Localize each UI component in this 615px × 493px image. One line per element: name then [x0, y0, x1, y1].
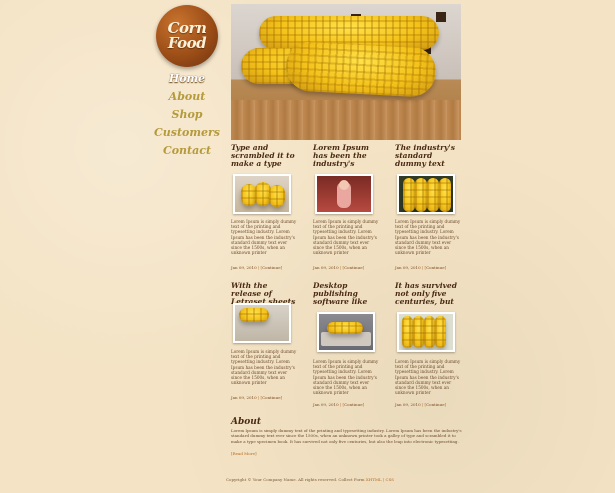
- post-date: Jan 09, 2010: [395, 265, 421, 270]
- post-title[interactable]: Lorem Ipsum has been the industry's: [313, 144, 381, 170]
- post-card: Type and scrambled it to make a type: [231, 144, 299, 170]
- continue-link[interactable]: Continue: [262, 265, 280, 270]
- cutting-board: [231, 100, 461, 140]
- post-meta: Jan 09, 2010 | [Continue]: [231, 395, 283, 400]
- post-card: Desktop publishing software like: [313, 282, 381, 308]
- post-thumbnail[interactable]: [233, 174, 291, 214]
- post-card: Lorem Ipsum has been the industry's: [313, 144, 381, 170]
- post-title[interactable]: The industry's standard dummy text: [395, 144, 463, 170]
- post-thumbnail[interactable]: [397, 312, 455, 352]
- nav-home[interactable]: Home: [150, 70, 224, 88]
- footer: Copyright © Your Company Name. All right…: [140, 477, 480, 482]
- main-nav: Home About Shop Customers Contact: [150, 70, 224, 160]
- post-meta: Jan 09, 2010 | [Continue]: [395, 402, 447, 407]
- continue-link[interactable]: Continue: [344, 402, 362, 407]
- post-date: Jan 09, 2010: [231, 265, 257, 270]
- about-text: Lorem Ipsum is simply dummy text of the …: [231, 428, 462, 444]
- post-meta: Jan 09, 2010 | [Continue]: [313, 402, 365, 407]
- post-thumbnail[interactable]: [233, 303, 291, 343]
- continue-link[interactable]: Continue: [426, 402, 444, 407]
- post-meta: Jan 09, 2010 | [Continue]: [313, 265, 365, 270]
- post-text: Lorem Ipsum is simply dummy text of the …: [395, 359, 461, 396]
- post-card: It has survived not only five centuries,…: [395, 282, 463, 308]
- logo[interactable]: Corn Food: [156, 5, 218, 67]
- post-title[interactable]: It has survived not only five centuries,…: [395, 282, 463, 308]
- post-card: The industry's standard dummy text: [395, 144, 463, 170]
- post-title[interactable]: Type and scrambled it to make a type: [231, 144, 299, 170]
- post-meta: Jan 09, 2010 | [Continue]: [231, 265, 283, 270]
- footer-text: Copyright © Your Company Name. All right…: [225, 477, 365, 482]
- post-date: Jan 09, 2010: [395, 402, 421, 407]
- post-title[interactable]: Desktop publishing software like: [313, 282, 381, 308]
- post-text: Lorem Ipsum is simply dummy text of the …: [231, 349, 297, 386]
- nav-contact[interactable]: Contact: [150, 142, 224, 160]
- hero-image: [231, 4, 461, 140]
- nav-shop[interactable]: Shop: [150, 106, 224, 124]
- post-date: Jan 09, 2010: [313, 265, 339, 270]
- about-heading: About: [231, 417, 261, 427]
- post-text: Lorem Ipsum is simply dummy text of the …: [313, 359, 379, 396]
- post-thumbnail[interactable]: [397, 174, 455, 214]
- read-more-link[interactable]: [Read More]: [231, 451, 257, 456]
- post-thumbnail[interactable]: [315, 174, 373, 214]
- continue-link[interactable]: Continue: [426, 265, 444, 270]
- nav-about[interactable]: About: [150, 88, 224, 106]
- footer-links[interactable]: XHTML | CSS: [366, 477, 394, 482]
- post-meta: Jan 09, 2010 | [Continue]: [395, 265, 447, 270]
- read-more-label[interactable]: Read More: [233, 451, 255, 456]
- nav-customers[interactable]: Customers: [150, 124, 224, 142]
- post-text: Lorem Ipsum is simply dummy text of the …: [395, 219, 461, 256]
- continue-link[interactable]: Continue: [262, 395, 280, 400]
- post-text: Lorem Ipsum is simply dummy text of the …: [231, 219, 297, 256]
- continue-link[interactable]: Continue: [344, 265, 362, 270]
- logo-line2: Food: [167, 34, 207, 52]
- post-thumbnail[interactable]: [317, 312, 375, 352]
- post-date: Jan 09, 2010: [231, 395, 257, 400]
- corn-cob: [284, 40, 438, 98]
- post-date: Jan 09, 2010: [313, 402, 339, 407]
- post-text: Lorem Ipsum is simply dummy text of the …: [313, 219, 379, 256]
